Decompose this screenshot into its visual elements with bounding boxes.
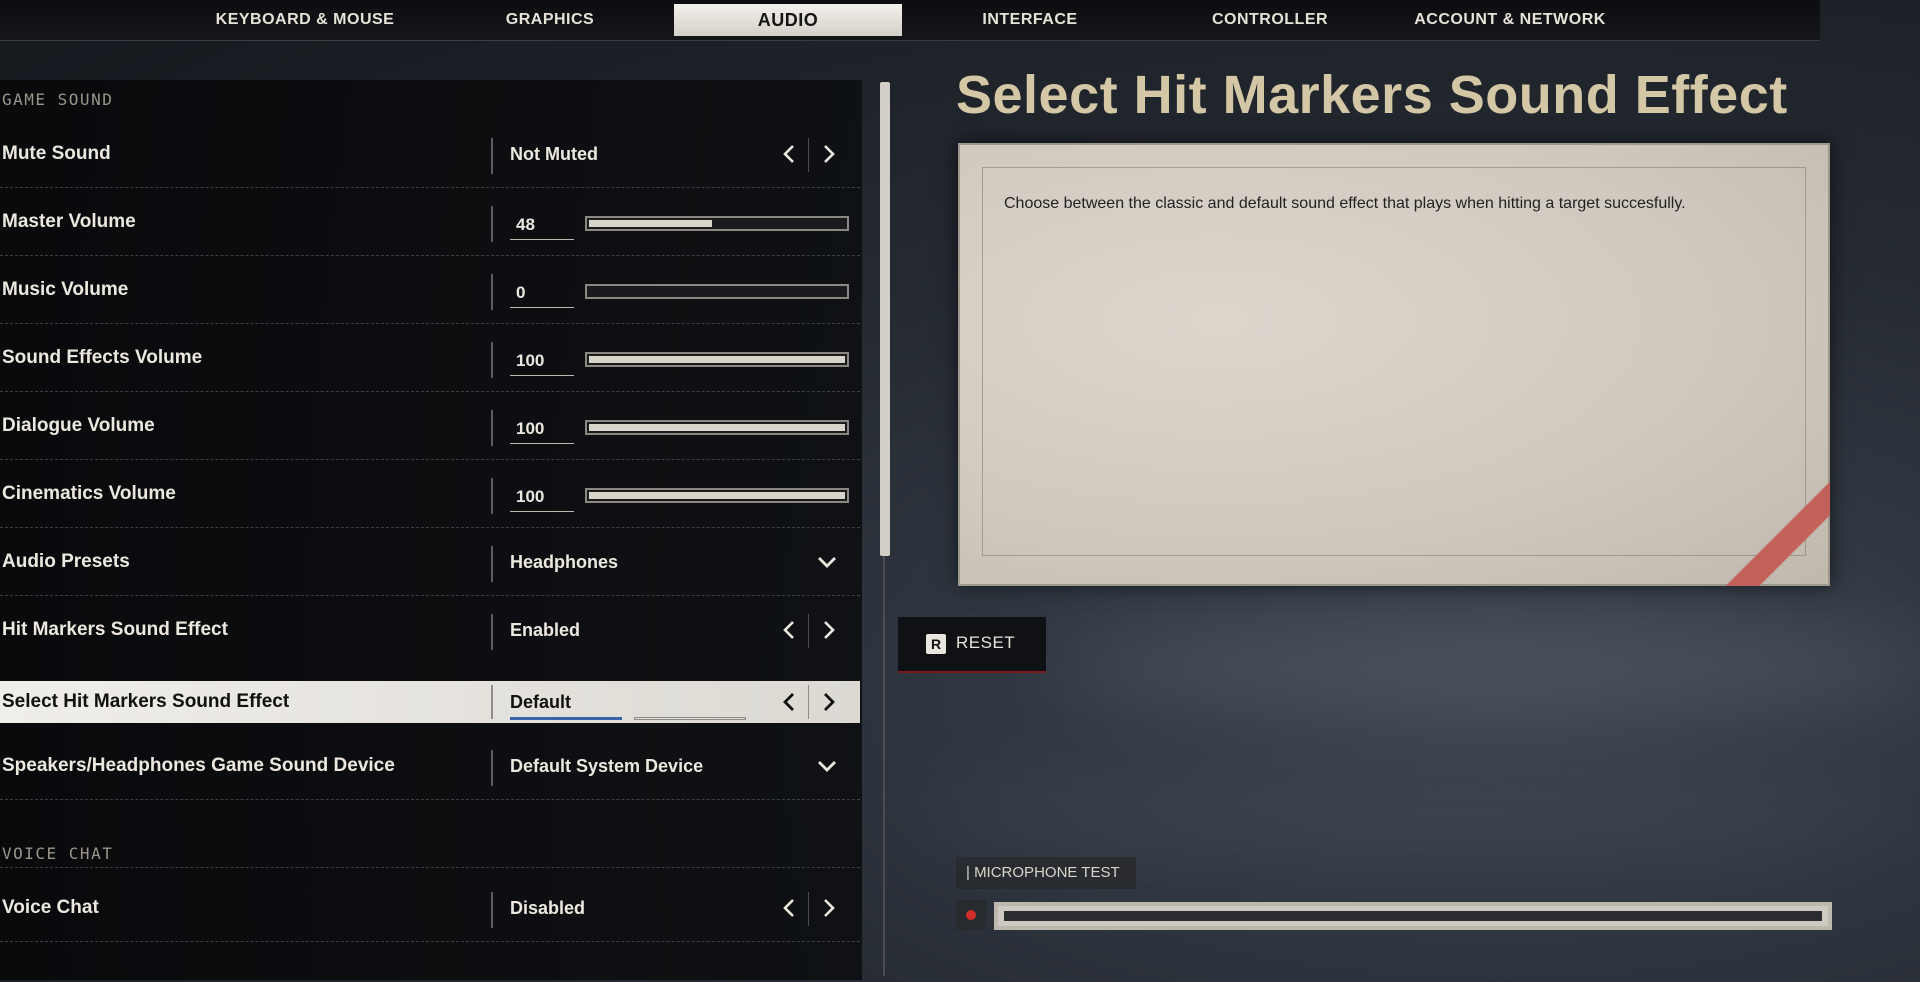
setting-description: Choose between the classic and default s… bbox=[1004, 195, 1686, 212]
divider bbox=[491, 750, 493, 786]
music-volume-input[interactable]: 0 bbox=[510, 282, 574, 308]
setting-value: Not Muted bbox=[510, 144, 598, 164]
audio-settings-list: GAME SOUND Mute Sound Not Muted Master V… bbox=[0, 80, 862, 980]
setting-row-voice-chat[interactable]: Voice Chat Disabled bbox=[0, 874, 860, 942]
scrollbar-thumb[interactable] bbox=[880, 82, 890, 556]
chevron-down-icon[interactable] bbox=[814, 550, 840, 574]
dialogue-volume-slider[interactable] bbox=[585, 420, 849, 435]
row-divider bbox=[0, 867, 860, 868]
record-dot-icon bbox=[966, 910, 976, 920]
master-volume-input[interactable]: 48 bbox=[510, 214, 574, 240]
setting-row-sound-device[interactable]: Speakers/Headphones Game Sound Device De… bbox=[0, 732, 860, 800]
slider-fill bbox=[589, 220, 712, 227]
divider bbox=[491, 546, 493, 582]
row-divider bbox=[0, 799, 860, 800]
section-heading-game-sound: GAME SOUND bbox=[2, 90, 114, 109]
chevron-left-icon[interactable] bbox=[778, 896, 802, 920]
tab-account-network[interactable]: ACCOUNT & NETWORK bbox=[1390, 0, 1630, 40]
card-border bbox=[982, 167, 1806, 556]
dialogue-volume-input[interactable]: 100 bbox=[510, 418, 574, 444]
setting-label: Hit Markers Sound Effect bbox=[2, 619, 228, 640]
cinematics-volume-slider[interactable] bbox=[585, 488, 849, 503]
music-volume-slider[interactable] bbox=[585, 284, 849, 299]
slider-fill bbox=[589, 492, 845, 499]
tab-audio[interactable]: AUDIO bbox=[674, 4, 902, 36]
tab-controller[interactable]: CONTROLLER bbox=[1160, 0, 1380, 40]
setting-value: Enabled bbox=[510, 620, 581, 640]
setting-label: Speakers/Headphones Game Sound Device bbox=[2, 755, 395, 776]
divider bbox=[491, 478, 493, 514]
divider bbox=[808, 685, 809, 719]
setting-label: Music Volume bbox=[2, 279, 129, 300]
setting-row-dialogue-volume[interactable]: Dialogue Volume 100 bbox=[0, 392, 860, 460]
chevron-right-icon[interactable] bbox=[816, 690, 840, 714]
setting-row-master-volume[interactable]: Master Volume 48 bbox=[0, 188, 860, 256]
setting-label: Mute Sound bbox=[2, 143, 111, 164]
setting-value: Headphones bbox=[510, 552, 619, 572]
record-button[interactable] bbox=[956, 900, 986, 930]
section-divider bbox=[0, 866, 860, 868]
tab-interface[interactable]: INTERFACE bbox=[920, 0, 1140, 40]
sound-effects-volume-input[interactable]: 100 bbox=[510, 350, 574, 376]
setting-row-music-volume[interactable]: Music Volume 0 bbox=[0, 256, 860, 324]
divider bbox=[491, 274, 493, 310]
meter-track bbox=[1004, 911, 1822, 921]
setting-label: Select Hit Markers Sound Effect bbox=[2, 691, 290, 712]
divider bbox=[808, 138, 809, 172]
divider bbox=[491, 892, 493, 928]
card-corner-decoration bbox=[1710, 466, 1830, 586]
slider-fill bbox=[589, 356, 845, 363]
setting-row-audio-presets[interactable]: Audio Presets Headphones bbox=[0, 528, 860, 596]
divider bbox=[491, 614, 493, 650]
setting-row-sound-effects-volume[interactable]: Sound Effects Volume 100 bbox=[0, 324, 860, 392]
microphone-test-label: | MICROPHONE TEST bbox=[956, 857, 1136, 889]
master-volume-slider[interactable] bbox=[585, 216, 849, 231]
setting-row-select-hit-markers-sound-effect[interactable]: Select Hit Markers Sound Effect Default bbox=[0, 681, 860, 723]
divider bbox=[491, 685, 493, 719]
chevron-left-icon[interactable] bbox=[778, 690, 802, 714]
description-card: Choose between the classic and default s… bbox=[958, 143, 1830, 586]
section-heading-voice-chat: VOICE CHAT bbox=[2, 844, 114, 863]
chevron-left-icon[interactable] bbox=[778, 142, 802, 166]
divider bbox=[808, 614, 809, 648]
sound-effects-volume-slider[interactable] bbox=[585, 352, 849, 367]
microphone-level-meter bbox=[994, 902, 1832, 930]
setting-label: Voice Chat bbox=[2, 897, 99, 918]
setting-label: Sound Effects Volume bbox=[2, 347, 203, 368]
key-r-icon: R bbox=[926, 634, 946, 654]
setting-row-cinematics-volume[interactable]: Cinematics Volume 100 bbox=[0, 460, 860, 528]
divider bbox=[491, 410, 493, 446]
setting-label: Dialogue Volume bbox=[2, 415, 155, 436]
chevron-right-icon[interactable] bbox=[816, 142, 840, 166]
scrollbar-track[interactable] bbox=[883, 556, 885, 976]
setting-row-hit-markers-sound-effect[interactable]: Hit Markers Sound Effect Enabled bbox=[0, 596, 860, 664]
tab-graphics[interactable]: GRAPHICS bbox=[440, 0, 660, 40]
setting-label: Master Volume bbox=[2, 211, 136, 232]
reset-label: RESET bbox=[956, 633, 1016, 652]
setting-label: Audio Presets bbox=[2, 551, 130, 572]
option-indicator-active bbox=[510, 717, 622, 720]
setting-label: Cinematics Volume bbox=[2, 483, 176, 504]
setting-row-mute-sound[interactable]: Mute Sound Not Muted bbox=[0, 120, 860, 188]
chevron-right-icon[interactable] bbox=[816, 618, 840, 642]
chevron-left-icon[interactable] bbox=[778, 618, 802, 642]
chevron-down-icon[interactable] bbox=[814, 754, 840, 778]
background-streak bbox=[1050, 620, 1920, 710]
tab-keyboard-mouse[interactable]: KEYBOARD & MOUSE bbox=[190, 0, 420, 40]
divider bbox=[491, 206, 493, 242]
background-streak bbox=[900, 780, 1900, 850]
reset-button[interactable]: R RESET bbox=[898, 617, 1046, 673]
settings-tab-bar: KEYBOARD & MOUSE GRAPHICS AUDIO INTERFAC… bbox=[0, 0, 1820, 41]
cinematics-volume-input[interactable]: 100 bbox=[510, 486, 574, 512]
row-divider bbox=[0, 941, 860, 942]
detail-title: Select Hit Markers Sound Effect bbox=[956, 65, 1788, 125]
chevron-right-icon[interactable] bbox=[816, 896, 840, 920]
option-indicator-inactive bbox=[634, 717, 746, 720]
divider bbox=[491, 138, 493, 174]
divider bbox=[491, 342, 493, 378]
divider bbox=[808, 892, 809, 926]
slider-fill bbox=[589, 424, 845, 431]
setting-value: Default System Device bbox=[510, 756, 704, 776]
setting-value: Disabled bbox=[510, 898, 586, 918]
